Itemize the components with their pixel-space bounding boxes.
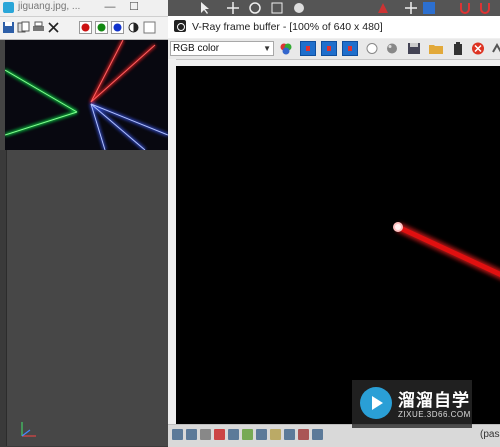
copy-icon[interactable]	[17, 21, 30, 34]
viewport-left-strip	[0, 150, 7, 446]
vfb-title: V-Ray frame buffer - [100% of 640 x 480]	[192, 21, 383, 33]
magnet-icon-2[interactable]	[478, 1, 492, 15]
channel-select-value: RGB color	[173, 43, 220, 54]
color-correction-icon[interactable]	[200, 429, 211, 440]
vfb-toolbar: RGB color ▼	[168, 39, 500, 60]
alpha-channel-icon[interactable]	[364, 41, 380, 56]
lut-icon[interactable]	[256, 429, 267, 440]
clear-image-icon[interactable]	[450, 41, 466, 56]
green-channel-button[interactable]	[321, 41, 337, 56]
print-icon[interactable]	[32, 21, 45, 34]
pixel-info-icon[interactable]	[298, 429, 309, 440]
clear-icon[interactable]	[47, 21, 60, 34]
rotate-icon[interactable]	[248, 1, 262, 15]
viewer-image-canvas	[5, 40, 168, 150]
green-channel-button[interactable]	[95, 21, 108, 34]
site-watermark: 溜溜自学 ZIXUE.3D66.COM	[352, 380, 472, 428]
scale-icon[interactable]	[270, 1, 284, 15]
levels-icon[interactable]	[214, 429, 225, 440]
max-main-toolbar	[168, 0, 500, 16]
render-canvas	[176, 66, 500, 424]
render-icon[interactable]	[490, 41, 500, 56]
image-viewer-window: jiguang.jpg, ... — ☐	[0, 0, 168, 446]
lens-effects-icon[interactable]	[270, 429, 281, 440]
exposure-icon[interactable]	[242, 429, 253, 440]
minimize-button[interactable]: —	[100, 0, 120, 16]
vray-logo-icon	[174, 20, 186, 32]
monochrome-icon[interactable]	[384, 41, 400, 56]
history-icon[interactable]	[172, 429, 183, 440]
stop-render-icon[interactable]	[470, 41, 486, 56]
axis-gizmo-icon	[21, 422, 36, 437]
watermark-brand: 溜溜自学	[398, 391, 470, 410]
blue-channel-button[interactable]	[111, 21, 124, 34]
save-image-icon[interactable]	[406, 41, 422, 56]
track-mouse-icon[interactable]	[312, 429, 323, 440]
move-icon[interactable]	[226, 1, 240, 15]
viewer-titlebar[interactable]: jiguang.jpg, ... — ☐	[0, 0, 168, 17]
save-icon[interactable]	[2, 21, 15, 34]
snap-icon[interactable]	[376, 1, 390, 15]
pan-icon[interactable]	[404, 1, 418, 15]
alpha-channel-icon[interactable]	[127, 21, 140, 34]
watermark-url: ZIXUE.3D66.COM	[398, 410, 471, 419]
select-icon[interactable]	[198, 1, 212, 15]
vfb-titlebar[interactable]: V-Ray frame buffer - [100% of 640 x 480]	[168, 16, 500, 38]
blue-channel-button[interactable]	[342, 41, 358, 56]
region-icon[interactable]	[186, 429, 197, 440]
viewer-app-icon	[3, 2, 14, 13]
viewport-background	[0, 150, 168, 446]
red-channel-button[interactable]	[79, 21, 92, 34]
chevron-down-icon: ▼	[263, 44, 271, 53]
magnet-icon[interactable]	[458, 1, 472, 15]
curve-icon[interactable]	[228, 429, 239, 440]
render-setup-icon[interactable]	[422, 1, 436, 15]
viewer-title: jiguang.jpg, ...	[18, 1, 81, 12]
compare-icon[interactable]	[284, 429, 295, 440]
viewer-toolbar	[0, 17, 168, 40]
monochrome-icon[interactable]	[143, 21, 156, 34]
open-folder-icon[interactable]	[428, 41, 444, 56]
view-icon[interactable]	[292, 1, 306, 15]
play-logo-icon	[360, 387, 392, 419]
red-channel-button[interactable]	[300, 41, 316, 56]
maximize-button[interactable]: ☐	[124, 0, 144, 16]
laser-preview-image	[5, 40, 168, 150]
render-pass-status: (pass	[480, 429, 500, 440]
vfb-left-border	[168, 59, 176, 424]
channel-select[interactable]: RGB color ▼	[170, 41, 274, 56]
rendered-laser-beam	[393, 222, 500, 280]
color-balls-icon[interactable]	[278, 41, 294, 56]
